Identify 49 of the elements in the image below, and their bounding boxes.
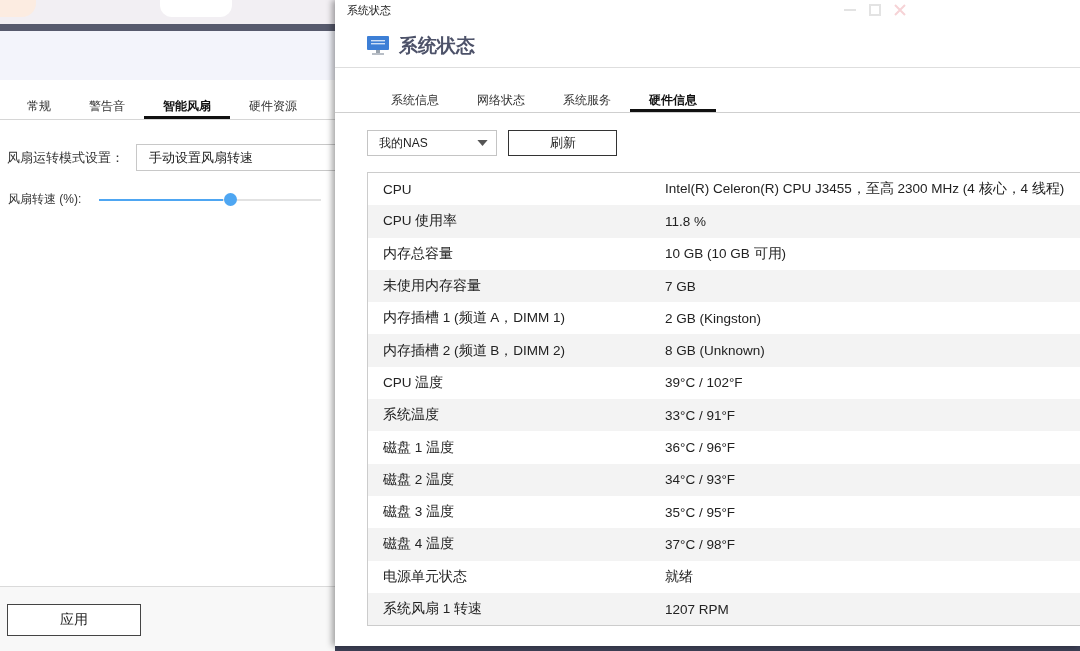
table-cell: 39°C / 102°F — [665, 375, 743, 391]
refresh-button[interactable]: 刷新 — [508, 130, 617, 156]
table-cell-text: CPU — [382, 181, 413, 197]
table-cell-text: CPU 使用率 — [382, 212, 459, 231]
table-cell: 10 GB (10 GB 可用) — [665, 244, 787, 263]
table-cell-text: 磁盘 1 温度 — [382, 438, 455, 457]
table-cell: 1207 RPM — [665, 601, 729, 617]
table-cell: Intel(R) Celeron(R) CPU J3455，至高 2300 MHz (4 核心，4 线程) — [665, 180, 1065, 199]
table-cell-text: 内存插槽 1 (频道 A，DIMM 1) — [382, 309, 566, 328]
table-cell: 36°C / 96°F — [665, 440, 736, 455]
table-cell: 2 GB (Kingston) — [665, 310, 762, 326]
tab[interactable]: 常规 — [8, 98, 70, 119]
field-label: 风扇运转模式设置： — [7, 148, 125, 167]
table-cell: 8 GB (Unknown) — [665, 343, 765, 359]
table-cell: 7 GB — [665, 278, 696, 294]
table-cell: 34°C / 93°F — [665, 472, 736, 488]
table-cell: 33°C / 91°F — [665, 407, 736, 423]
tab[interactable]: 系统服务 — [544, 92, 630, 112]
table-cell: 37°C / 98°F — [665, 536, 736, 552]
maximize-icon[interactable] — [869, 4, 881, 16]
table-cell: 35°C / 95°F — [665, 504, 736, 520]
close-icon[interactable] — [894, 4, 906, 16]
table-cell-text: 电源单元状态 — [382, 567, 468, 586]
caret-icon — [477, 140, 488, 146]
tab[interactable]: 硬件信息 — [630, 92, 716, 112]
tab[interactable]: 硬件资源 — [230, 98, 316, 119]
window-heading: 系统状态 — [399, 33, 475, 58]
slider-handle[interactable] — [223, 192, 237, 206]
mode-dropdown[interactable]: 手动设置风扇转速 — [136, 144, 335, 171]
device-dropdown[interactable]: 我的NAS — [367, 130, 497, 156]
table-cell-text: 磁盘 3 温度 — [382, 503, 455, 522]
table-cell-text: 系统风扇 1 转速 — [382, 600, 483, 618]
table-cell-text: 内存插槽 2 (频道 B，DIMM 2) — [382, 341, 566, 360]
table-cell-text: 未使用内存容量 — [382, 277, 482, 296]
tab[interactable]: 警告音 — [70, 98, 144, 119]
monitor-icon — [367, 36, 389, 55]
tab[interactable]: 系统信息 — [372, 92, 458, 112]
table-cell-text: 内存总容量 — [382, 244, 454, 263]
table-cell: 11.8 % — [665, 213, 707, 229]
apply-button[interactable]: 应用 — [7, 604, 141, 636]
field-label: 风扇转速 (%): — [7, 191, 83, 208]
tab[interactable]: 网络状态 — [458, 92, 544, 112]
table-cell-text: 磁盘 4 温度 — [382, 535, 455, 554]
table-cell-text: 系统温度 — [382, 406, 440, 425]
tab[interactable]: 智能风扇 — [144, 98, 230, 119]
window-title: 系统状态 — [347, 2, 391, 18]
table-cell-text: CPU 温度 — [382, 373, 445, 392]
table-cell-text: 磁盘 2 温度 — [382, 470, 455, 489]
table-cell: 就绪 — [665, 567, 693, 586]
